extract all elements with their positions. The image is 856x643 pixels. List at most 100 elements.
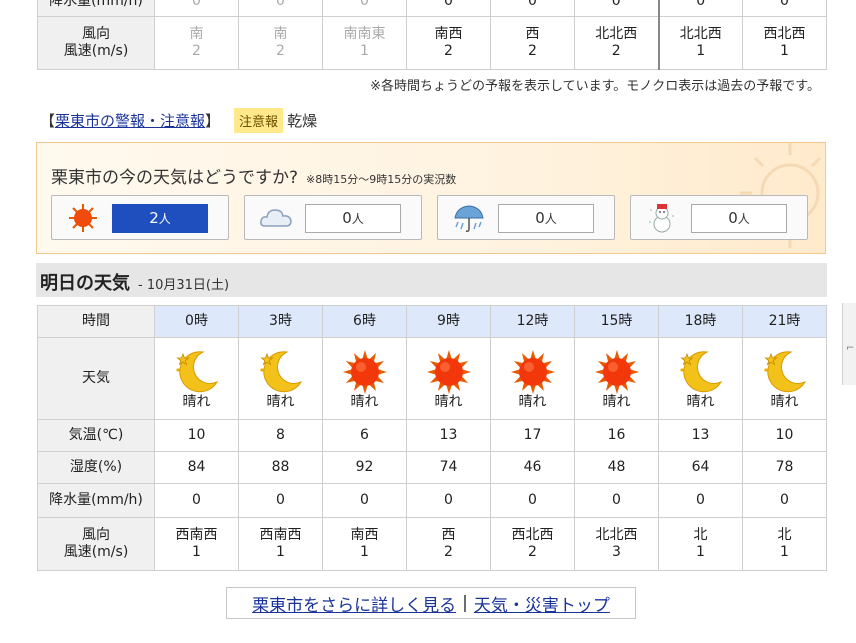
survey-count: 0人 xyxy=(305,204,401,233)
weather-label-text: 晴れ xyxy=(686,394,715,410)
temperature-cell: 16 xyxy=(574,419,659,452)
rain-row: 降水量(mm/h) 0 0 0 0 0 0 0 0 xyxy=(37,483,827,518)
survey-count: 2人 xyxy=(112,204,208,233)
temperature-cell: 13 xyxy=(658,419,743,452)
sun-icon xyxy=(426,350,471,394)
time-cell: 21時 xyxy=(742,305,827,338)
time-cell: 18時 xyxy=(658,305,743,338)
scrollbar-edge[interactable]: ⌐ xyxy=(842,303,856,385)
weather-cell: 晴れ xyxy=(742,337,827,420)
moon-icon xyxy=(679,351,722,393)
prev-rain-row: 降水量(mm/h) 0 0 0 0 0 0 0 0 xyxy=(37,0,827,17)
survey-option-rainy[interactable]: 0人 xyxy=(437,195,615,240)
prev-wind-cell: 北北西 1 xyxy=(657,16,743,70)
time-cell: 6時 xyxy=(322,305,407,338)
wind-cell: 西北西 2 xyxy=(490,517,575,571)
weather-cell: 晴れ xyxy=(490,337,575,420)
temperature-row: 気温(℃) 10 8 6 13 17 16 13 10 xyxy=(37,419,827,452)
weather-label-text: 晴れ xyxy=(518,394,547,410)
temperature-cell: 8 xyxy=(238,419,323,452)
prev-wind-cell: 南南東 1 xyxy=(322,16,407,70)
weather-cell: 晴れ xyxy=(238,337,323,420)
wind-dir-label: 風向 xyxy=(82,527,110,543)
rain-cell: 0 xyxy=(490,483,575,518)
humidity-cell: 88 xyxy=(238,451,323,484)
wind-cell: 西南西 1 xyxy=(238,517,323,571)
rain-label: 降水量(mm/h) xyxy=(37,483,155,518)
detail-link[interactable]: 栗東市をさらに詳しく見る xyxy=(252,591,456,616)
prev-rain-cell: 0 xyxy=(490,0,575,17)
bracket-open: 【 xyxy=(40,111,56,130)
temperature-label: 気温(℃) xyxy=(37,419,155,452)
prev-wind-cell: 南2 xyxy=(238,16,323,70)
survey-count: 0人 xyxy=(691,204,787,233)
wind-cell: 西2 xyxy=(406,517,491,571)
sun-icon xyxy=(69,204,97,232)
temperature-cell: 13 xyxy=(406,419,491,452)
survey-question: 栗東市の今の天気はどうですか? ※8時15分～9時15分の実況数 xyxy=(51,168,457,188)
humidity-cell: 92 xyxy=(322,451,407,484)
moon-icon xyxy=(259,351,302,393)
time-cell: 15時 xyxy=(574,305,659,338)
weather-top-link[interactable]: 天気・災害トップ xyxy=(474,591,610,616)
forecast-note: ※各時間ちょうどの予報を表示しています。モノクロ表示は過去の予報です。 xyxy=(370,79,820,94)
prev-rain-cell: 0 xyxy=(238,0,323,17)
wind-label: 風向 風速(m/s) xyxy=(37,517,155,571)
rain-cell: 0 xyxy=(154,483,239,518)
moon-icon xyxy=(763,351,806,393)
weather-survey-box: 栗東市の今の天気はどうですか? ※8時15分～9時15分の実況数 2人 0人 0人 xyxy=(36,142,826,254)
survey-period: ※8時15分～9時15分の実況数 xyxy=(306,173,457,186)
prev-wind-cell: 西2 xyxy=(490,16,575,70)
humidity-cell: 78 xyxy=(742,451,827,484)
weather-cell: 晴れ xyxy=(406,337,491,420)
sun-icon xyxy=(342,350,387,394)
wind-cell: 北北西 3 xyxy=(574,517,659,571)
sun-icon xyxy=(510,350,555,394)
tomorrow-forecast-table: 時間 0時 3時 6時 9時 12時 15時 18時 21時 天気 晴れ 晴れ … xyxy=(37,305,827,571)
prev-rain-label: 降水量(mm/h) xyxy=(37,0,155,17)
humidity-cell: 84 xyxy=(154,451,239,484)
humidity-cell: 64 xyxy=(658,451,743,484)
time-label: 時間 xyxy=(37,305,155,338)
survey-option-sunny[interactable]: 2人 xyxy=(51,195,229,240)
wind-cell: 南西 1 xyxy=(322,517,407,571)
prev-rain-cell: 0 xyxy=(406,0,491,17)
survey-option-cloudy[interactable]: 0人 xyxy=(244,195,422,240)
weather-cell: 晴れ xyxy=(574,337,659,420)
edge-mark-icon: ⌐ xyxy=(846,343,855,354)
wind-row: 風向 風速(m/s) 西南西 1 西南西 1 南西 1 西2 西北西 2 北北西 3 北1 … xyxy=(37,517,827,571)
alert-link[interactable]: 栗東市の警報・注意報 xyxy=(55,110,205,131)
prev-rain-cell: 0 xyxy=(742,0,827,17)
prev-rain-cell: 0 xyxy=(657,0,743,17)
weather-label-text: 晴れ xyxy=(434,394,463,410)
advisory-badge: 注意報 xyxy=(234,107,284,133)
weather-label-text: 晴れ xyxy=(266,394,295,410)
prev-wind-label: 風向 風速(m/s) xyxy=(37,16,155,70)
link-separator: | xyxy=(462,593,468,613)
weather-label-text: 晴れ xyxy=(602,394,631,410)
prev-wind-cell: 南西 2 xyxy=(406,16,491,70)
snowman-icon xyxy=(649,204,674,233)
bottom-links: 栗東市をさらに詳しく見る | 天気・災害トップ xyxy=(226,587,636,619)
prev-rain-cell: 0 xyxy=(574,0,659,17)
temperature-cell: 10 xyxy=(154,419,239,452)
weather-cell: 晴れ xyxy=(322,337,407,420)
cloud-icon xyxy=(260,209,292,227)
time-cell: 0時 xyxy=(154,305,239,338)
rain-cell: 0 xyxy=(742,483,827,518)
wind-speed-label: 風速(m/s) xyxy=(63,43,129,59)
wind-cell: 北1 xyxy=(742,517,827,571)
umbrella-icon xyxy=(454,205,484,232)
rain-cell: 0 xyxy=(322,483,407,518)
survey-count: 0人 xyxy=(498,204,594,233)
survey-option-snowy[interactable]: 0人 xyxy=(630,195,808,240)
weather-label-text: 晴れ xyxy=(350,394,379,410)
section-date: - 10月31日(土) xyxy=(138,278,230,293)
weather-cell: 晴れ xyxy=(154,337,239,420)
temperature-cell: 17 xyxy=(490,419,575,452)
rain-cell: 0 xyxy=(406,483,491,518)
weather-label-text: 晴れ xyxy=(770,394,799,410)
wind-dir-label: 風向 xyxy=(82,26,110,42)
moon-icon xyxy=(175,351,218,393)
temperature-cell: 6 xyxy=(322,419,407,452)
